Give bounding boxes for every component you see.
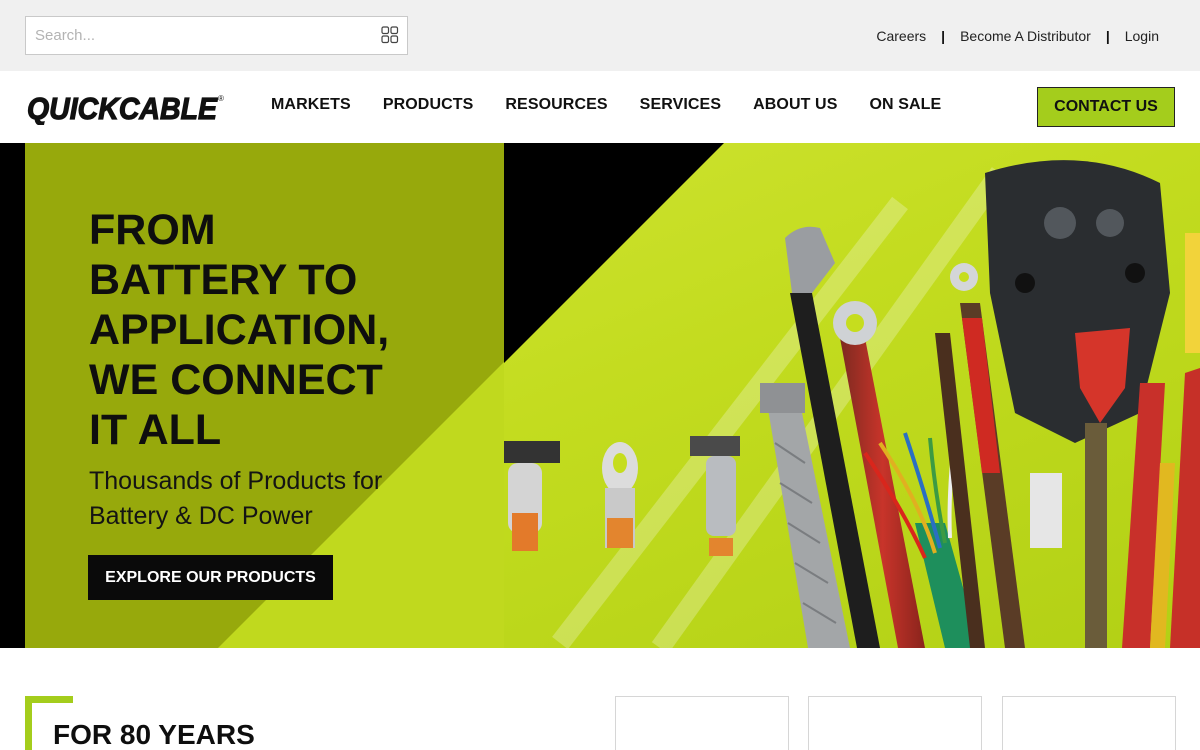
hero-title-line: WE CONNECT <box>89 356 383 404</box>
utility-separator: | <box>941 28 946 44</box>
nav-services[interactable]: SERVICES <box>640 96 721 114</box>
nav-products[interactable]: PRODUCTS <box>383 96 474 114</box>
hero-title-line: FROM <box>89 206 216 254</box>
hero-subtitle-line: Thousands of Products for <box>89 467 383 495</box>
feature-card[interactable] <box>808 696 982 750</box>
lug-2 <box>602 442 638 548</box>
hero-title-line: BATTERY TO <box>89 256 358 304</box>
hero-banner: FROM BATTERY TO APPLICATION, WE CONNECT … <box>0 143 1200 648</box>
nav-markets[interactable]: MARKETS <box>271 96 351 114</box>
hero-text-block: FROM BATTERY TO APPLICATION, WE CONNECT … <box>89 205 469 534</box>
feature-card[interactable] <box>615 696 789 750</box>
hero-title-line: APPLICATION, <box>89 306 390 354</box>
feature-card[interactable] <box>1002 696 1176 750</box>
search-box <box>25 16 408 55</box>
section-heading: FOR 80 YEARS <box>53 719 255 750</box>
hero-subtitle-line: Battery & DC Power <box>89 502 313 530</box>
explore-products-button[interactable]: EXPLORE OUR PRODUCTS <box>88 555 333 600</box>
utility-links: Careers | Become A Distributor | Login <box>876 28 1159 44</box>
nav-about-us[interactable]: ABOUT US <box>753 96 837 114</box>
main-navbar: QUICKCABLE ® MARKETS PRODUCTS RESOURCES … <box>0 71 1200 143</box>
nav-resources[interactable]: RESOURCES <box>505 96 607 114</box>
search-input[interactable] <box>26 17 366 54</box>
contact-us-button[interactable]: CONTACT US <box>1037 87 1175 127</box>
hero-title: FROM BATTERY TO APPLICATION, WE CONNECT … <box>89 205 469 455</box>
search-icon[interactable] <box>381 26 399 44</box>
primary-nav: MARKETS PRODUCTS RESOURCES SERVICES ABOU… <box>271 96 973 114</box>
careers-link[interactable]: Careers <box>876 28 926 44</box>
become-distributor-link[interactable]: Become A Distributor <box>960 28 1091 44</box>
hero-title-line: IT ALL <box>89 406 222 454</box>
quickcable-logo[interactable]: QUICKCABLE ® <box>26 89 226 125</box>
nav-on-sale[interactable]: ON SALE <box>869 96 941 114</box>
registered-mark: ® <box>218 94 224 103</box>
login-link[interactable]: Login <box>1125 28 1159 44</box>
hero-subtitle: Thousands of Products for Battery & DC P… <box>89 464 419 534</box>
logo-text: QUICKCABLE <box>27 91 218 125</box>
utility-separator: | <box>1105 28 1110 44</box>
top-utility-bar: Careers | Become A Distributor | Login <box>0 0 1200 71</box>
